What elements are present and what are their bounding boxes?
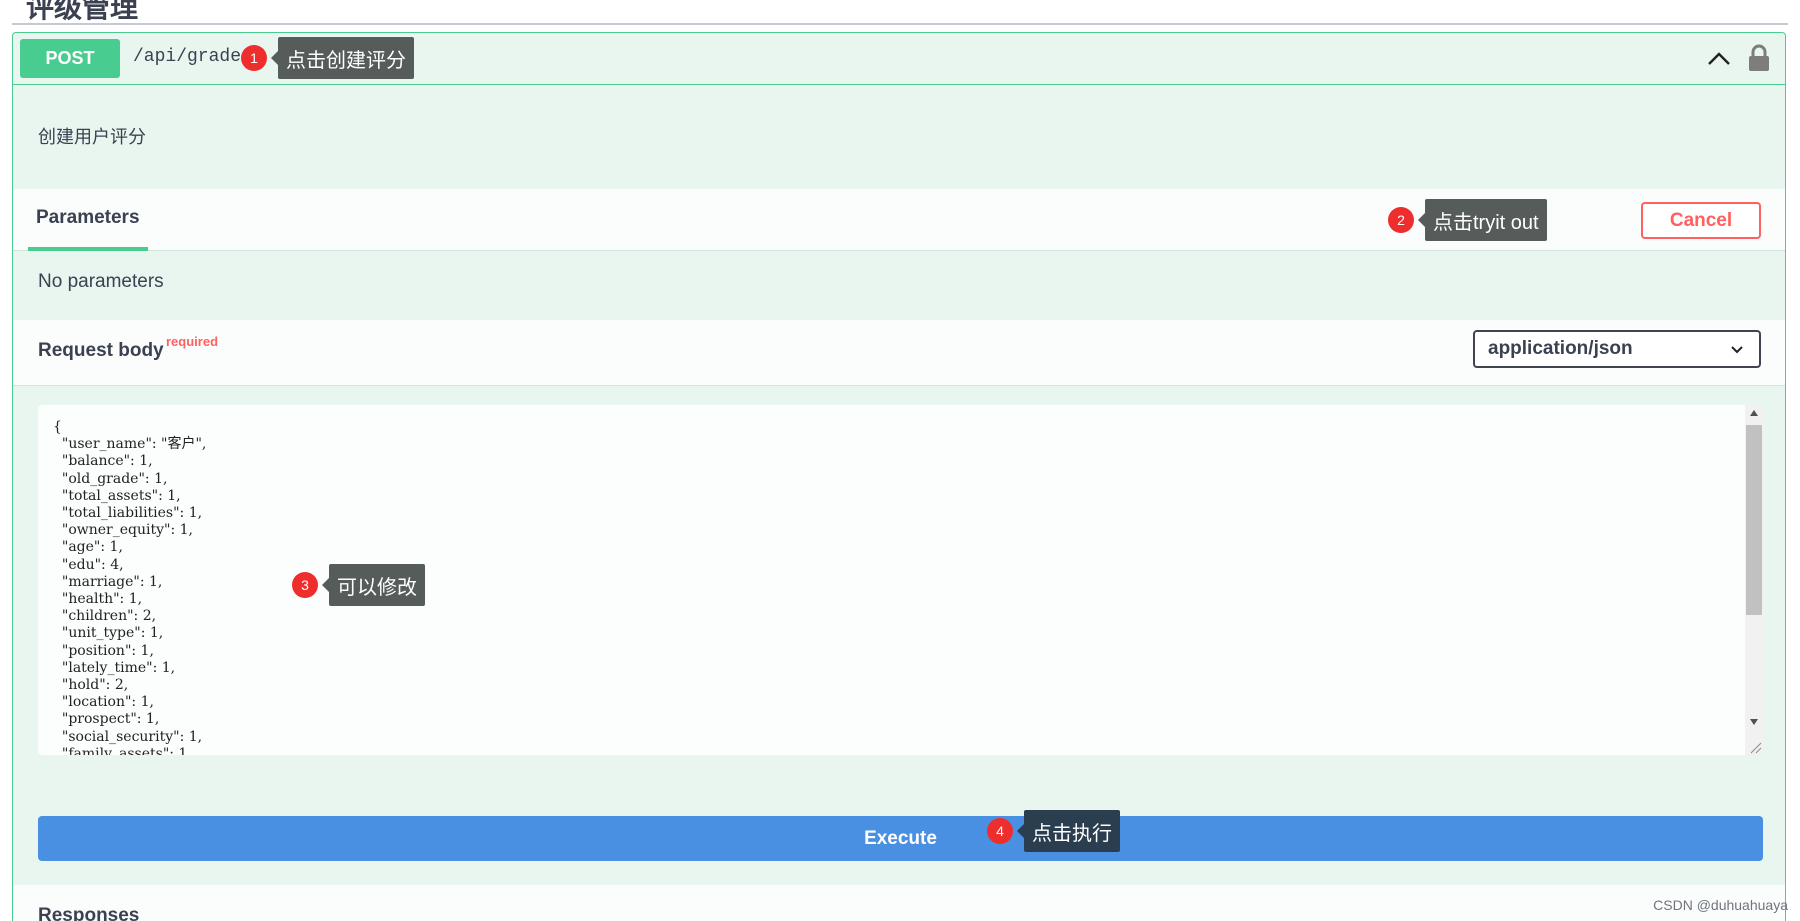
endpoint-path: /api/grade: [133, 47, 242, 67]
annotation-tooltip: 可以修改: [322, 564, 425, 606]
tab-parameters[interactable]: Parameters: [28, 189, 148, 251]
editor-scrollbar[interactable]: [1745, 405, 1763, 755]
annotation-callout-2: 2 点击tryit out: [1388, 199, 1547, 241]
request-body-json[interactable]: { "user_name": "客户", "balance": 1, "old_…: [53, 419, 206, 755]
request-body-label: Request body: [38, 340, 164, 361]
responses-label: Responses: [38, 905, 140, 921]
chevron-up-icon[interactable]: [1705, 45, 1733, 73]
annotation-tooltip: 点击执行: [1017, 810, 1120, 852]
operation-block: POST /api/grade 创建用户评分 Parameters Cancel…: [12, 32, 1786, 921]
annotation-number-badge: 4: [987, 818, 1013, 844]
scroll-down-arrow-icon[interactable]: [1750, 719, 1758, 725]
lock-icon[interactable]: [1747, 43, 1771, 73]
watermark: CSDN @duhuahuaya: [1653, 897, 1788, 913]
annotation-callout-4: 4 点击执行: [987, 810, 1120, 852]
section-divider: [12, 23, 1788, 25]
annotation-callout-3: 3 可以修改: [292, 564, 425, 606]
scroll-thumb[interactable]: [1746, 425, 1762, 615]
chevron-down-icon: [1731, 346, 1743, 354]
annotation-number-badge: 3: [292, 572, 318, 598]
method-badge: POST: [20, 39, 120, 78]
operation-description: 创建用户评分: [38, 127, 146, 147]
cancel-button[interactable]: Cancel: [1641, 202, 1761, 239]
resize-handle-icon[interactable]: [1748, 740, 1762, 754]
execute-button[interactable]: Execute: [38, 816, 1763, 861]
annotation-tooltip: 点击tryit out: [1418, 199, 1547, 241]
required-marker: required: [166, 334, 219, 349]
responses-header: Responses: [13, 885, 1785, 921]
no-parameters-text: No parameters: [38, 271, 164, 292]
scroll-up-arrow-icon[interactable]: [1750, 410, 1758, 416]
annotation-tooltip: 点击创建评分: [271, 37, 414, 79]
content-type-select[interactable]: application/json: [1473, 330, 1761, 368]
content-type-value: application/json: [1488, 338, 1633, 359]
annotation-callout-1: 1 点击创建评分: [241, 37, 414, 79]
request-body-header: Request body required application/json: [13, 320, 1785, 386]
annotation-number-badge: 1: [241, 45, 267, 71]
annotation-number-badge: 2: [1388, 207, 1414, 233]
